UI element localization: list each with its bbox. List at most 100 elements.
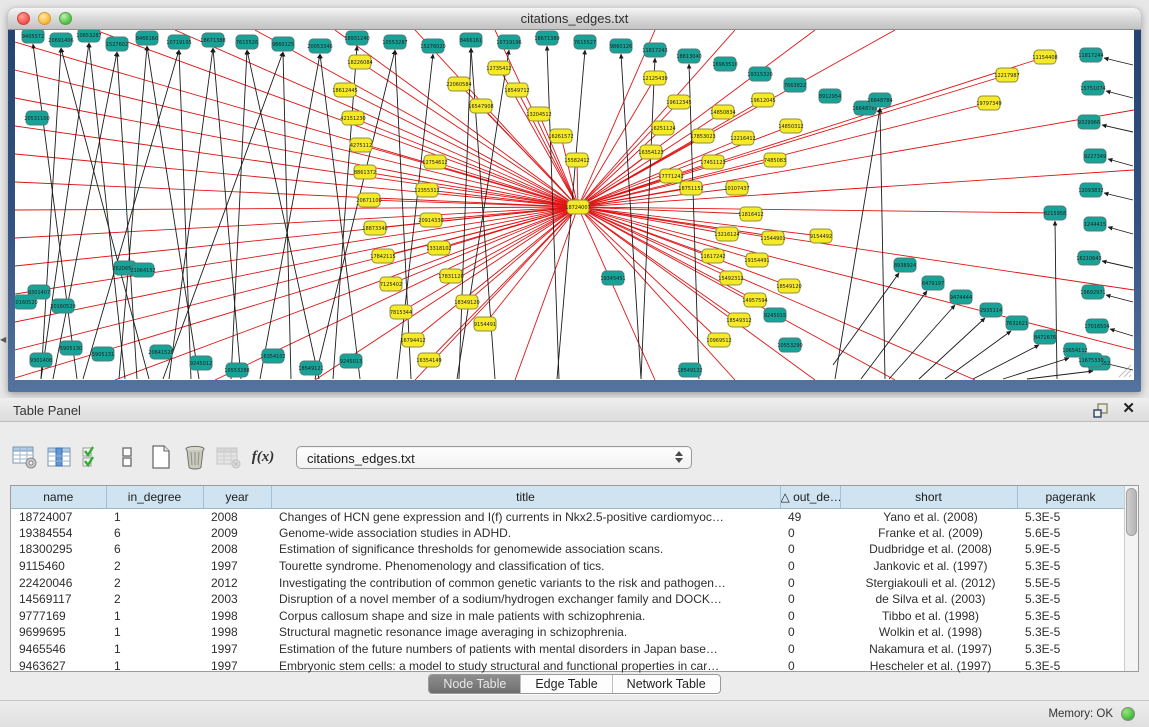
- table-cell[interactable]: 1: [106, 608, 203, 625]
- network-node[interactable]: 10553287: [382, 35, 407, 49]
- table-cell[interactable]: 0: [780, 558, 840, 575]
- table-cell[interactable]: 0: [780, 641, 840, 658]
- table-cell[interactable]: 5.6E-5: [1017, 525, 1124, 542]
- table-row[interactable]: 1830029562008Estimation of significance …: [11, 541, 1124, 558]
- network-node[interactable]: 16963510: [712, 57, 737, 71]
- table-row[interactable]: 911546021997Tourette syndrome. Phenomeno…: [11, 558, 1124, 575]
- network-node[interactable]: 16251124: [650, 121, 675, 135]
- column-header-short[interactable]: short: [840, 486, 1017, 508]
- table-cell[interactable]: Yano et al. (2008): [840, 508, 1017, 525]
- network-node[interactable]: 17451123: [700, 155, 725, 169]
- network-node[interactable]: 20914330: [418, 213, 443, 227]
- table-cell[interactable]: Estimation of the future numbers of pati…: [271, 641, 780, 658]
- table-row[interactable]: 946554611997Estimation of the future num…: [11, 641, 1124, 658]
- network-node[interactable]: 42151230: [340, 111, 365, 125]
- network-node[interactable]: 9301408: [30, 353, 52, 367]
- column-header-title[interactable]: title: [271, 486, 780, 508]
- function-builder-icon[interactable]: f(x): [248, 443, 278, 471]
- network-node[interactable]: 12217987: [994, 68, 1019, 82]
- table-cell[interactable]: Dudbridge et al. (2008): [840, 541, 1017, 558]
- network-node[interactable]: 8912954: [819, 89, 841, 103]
- network-node[interactable]: 9860126: [610, 39, 632, 53]
- table-cell[interactable]: Wolkin et al. (1998): [840, 624, 1017, 641]
- network-node[interactable]: 7615527: [574, 35, 596, 49]
- network-node[interactable]: 18612445: [332, 83, 357, 97]
- network-node[interactable]: 7815344: [390, 305, 412, 319]
- network-node[interactable]: 17853023: [690, 129, 715, 143]
- new-table-icon[interactable]: [146, 443, 176, 471]
- table-cell[interactable]: 14569117: [11, 591, 106, 608]
- table-cell[interactable]: 5.3E-5: [1017, 508, 1124, 525]
- network-node[interactable]: 9860125: [272, 37, 294, 51]
- table-cell[interactable]: 0: [780, 574, 840, 591]
- network-node[interactable]: 9474444: [950, 290, 972, 304]
- table-cell[interactable]: 2012: [203, 574, 271, 591]
- network-node[interactable]: 16354102: [260, 349, 285, 363]
- network-node[interactable]: 7615526: [236, 35, 258, 49]
- table-cell[interactable]: Changes of HCN gene expression and I(f) …: [271, 508, 780, 525]
- network-node[interactable]: 16354149: [416, 353, 441, 367]
- network-node[interactable]: 11817244: [1078, 48, 1103, 62]
- table-cell[interactable]: Stergiakouli et al. (2012): [840, 574, 1017, 591]
- float-panel-icon[interactable]: [1093, 402, 1109, 418]
- table-cell[interactable]: 9463627: [11, 657, 106, 674]
- network-node[interactable]: 20531100: [24, 111, 49, 125]
- table-cell[interactable]: 1997: [203, 641, 271, 658]
- network-node[interactable]: 16648784: [867, 93, 892, 107]
- scrollbar-thumb[interactable]: [1126, 488, 1137, 536]
- table-cell[interactable]: 9465546: [11, 641, 106, 658]
- network-node[interactable]: 18549120: [776, 279, 801, 293]
- network-node[interactable]: 8861372: [354, 165, 376, 179]
- table-cell[interactable]: 0: [780, 657, 840, 674]
- network-node[interactable]: 1244415: [1084, 217, 1106, 231]
- table-row[interactable]: 1456911722003Disruption of a novel membe…: [11, 591, 1124, 608]
- window-titlebar[interactable]: citations_edges.txt: [8, 8, 1141, 30]
- network-canvas[interactable]: 1872400718226084186124454215123042751128…: [15, 30, 1134, 380]
- network-node[interactable]: 13204512: [526, 107, 551, 121]
- table-row[interactable]: 2242004622012Investigating the contribut…: [11, 574, 1124, 591]
- network-node[interactable]: 20691406: [48, 33, 73, 47]
- network-node[interactable]: 10719195: [166, 35, 191, 49]
- network-node[interactable]: 11817243: [642, 43, 667, 57]
- network-node[interactable]: 20641520: [148, 345, 173, 359]
- network-node[interactable]: 10719196: [496, 35, 521, 49]
- network-node[interactable]: 20160520: [15, 295, 38, 309]
- network-node[interactable]: 22060584: [446, 77, 471, 91]
- network-node[interactable]: 9245015: [764, 308, 786, 322]
- network-node[interactable]: 10653287: [76, 30, 101, 42]
- network-node[interactable]: 12093832: [1078, 183, 1103, 197]
- network-node[interactable]: 18349120: [454, 295, 479, 309]
- table-cell[interactable]: 5.5E-5: [1017, 574, 1124, 591]
- network-node[interactable]: 18813040: [676, 49, 701, 63]
- table-cell[interactable]: de Silva et al. (2003): [840, 591, 1017, 608]
- network-node[interactable]: 20671100: [356, 193, 381, 207]
- network-node[interactable]: 14957594: [742, 293, 767, 307]
- network-node[interactable]: 16210643: [1076, 251, 1101, 265]
- close-panel-icon[interactable]: ✕: [1122, 401, 1135, 417]
- network-node[interactable]: 8215958: [1044, 206, 1066, 220]
- table-cell[interactable]: 19384554: [11, 525, 106, 542]
- table-cell[interactable]: 1998: [203, 608, 271, 625]
- network-node[interactable]: 15751074: [1080, 81, 1105, 95]
- tab-network-table[interactable]: Network Table: [613, 675, 720, 693]
- network-node[interactable]: 15582412: [564, 153, 589, 167]
- network-node[interactable]: 19154491: [744, 253, 769, 267]
- table-cell[interactable]: 1: [106, 657, 203, 674]
- network-node[interactable]: 18549312: [726, 313, 751, 327]
- network-node[interactable]: 10553288: [224, 363, 249, 377]
- table-cell[interactable]: 22420046: [11, 574, 106, 591]
- table-cell[interactable]: Investigating the contribution of common…: [271, 574, 780, 591]
- network-node[interactable]: 12355312: [414, 183, 439, 197]
- table-cell[interactable]: Hescheler et al. (1997): [840, 657, 1017, 674]
- sidebar-collapse-icon[interactable]: ◀: [0, 334, 8, 346]
- column-header-name[interactable]: name: [11, 486, 106, 508]
- network-node[interactable]: 17771243: [658, 169, 683, 183]
- table-cell[interactable]: 5.3E-5: [1017, 591, 1124, 608]
- network-node[interactable]: 19797349: [976, 96, 1001, 110]
- table-row[interactable]: 977716911998Corpus callosum shape and si…: [11, 608, 1124, 625]
- table-row[interactable]: 946362711997Embryonic stem cells: a mode…: [11, 657, 1124, 674]
- table-cell[interactable]: 18724007: [11, 508, 106, 525]
- network-node[interactable]: 15692971: [1080, 285, 1105, 299]
- network-node[interactable]: 13318102: [426, 241, 451, 255]
- select-rows-icon[interactable]: [78, 443, 108, 471]
